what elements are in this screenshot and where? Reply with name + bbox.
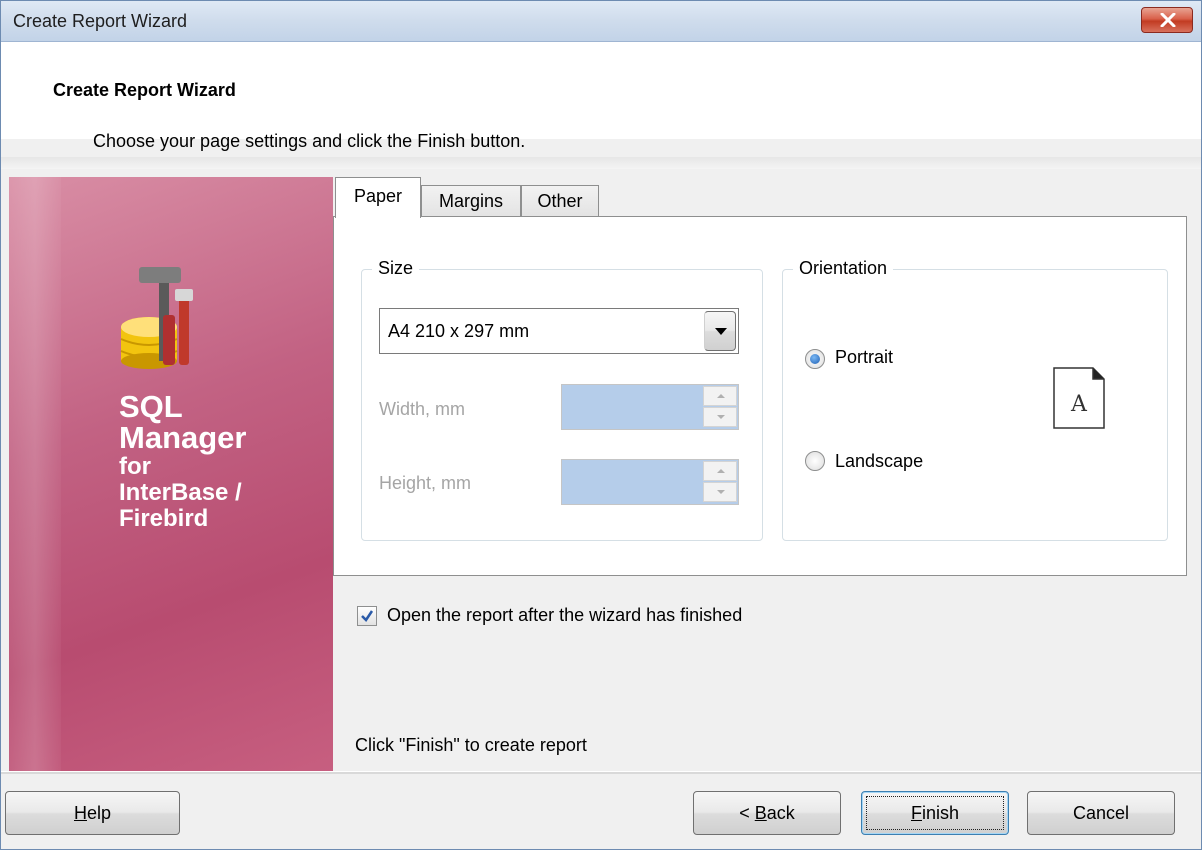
- open-report-label[interactable]: Open the report after the wizard has fin…: [387, 605, 742, 626]
- brand-line-manager: Manager: [119, 420, 247, 455]
- paper-size-select[interactable]: A4 210 x 297 mm: [379, 308, 739, 354]
- width-label: Width, mm: [379, 399, 466, 419]
- arrow-down-icon: [717, 415, 725, 419]
- portrait-radio[interactable]: [805, 349, 825, 369]
- close-button[interactable]: [1141, 7, 1193, 33]
- banner-stripe: [9, 177, 61, 773]
- brand-line-firebird: Firebird: [119, 505, 209, 532]
- header-title: Create Report Wizard: [53, 80, 236, 100]
- finish-button[interactable]: Finish: [861, 791, 1009, 835]
- finish-hint: Click "Finish" to create report: [355, 735, 587, 755]
- brand-line-interbase: InterBase /: [119, 479, 242, 506]
- paper-size-dropdown-button[interactable]: [704, 311, 736, 351]
- orientation-groupbox: Orientation: [782, 258, 1168, 541]
- window-title: Create Report Wizard: [13, 11, 188, 31]
- height-spin-down[interactable]: [703, 482, 737, 502]
- landscape-label[interactable]: Landscape: [835, 451, 923, 472]
- orientation-legend: Orientation: [793, 258, 894, 279]
- paper-size-value: A4 210 x 297 mm: [388, 321, 530, 341]
- portrait-label[interactable]: Portrait: [835, 347, 893, 368]
- back-label-rest: ack: [766, 803, 795, 823]
- tab-paper[interactable]: Paper: [335, 177, 421, 218]
- height-label: Height, mm: [379, 473, 472, 493]
- brand-line-for: for: [119, 453, 151, 480]
- arrow-up-icon: [717, 394, 725, 398]
- height-spin-up[interactable]: [703, 461, 737, 481]
- height-spin-arrows[interactable]: [703, 461, 737, 503]
- page-letter: A: [1070, 392, 1088, 417]
- header-subtitle: Choose your page settings and click the …: [93, 131, 526, 151]
- database-tools-icon: [120, 267, 193, 369]
- portrait-page-icon: A: [1053, 367, 1105, 429]
- help-mnemonic: H: [73, 803, 87, 823]
- wizard-header: Create Report Wizard: [1, 42, 1201, 139]
- width-spin-up[interactable]: [703, 386, 737, 406]
- wizard-window: Create Report Wizard Create Report Wizar…: [0, 0, 1202, 850]
- width-field[interactable]: [561, 384, 739, 430]
- back-label-prefix: <: [739, 803, 755, 823]
- arrow-up-icon: [717, 469, 725, 473]
- back-mnemonic: B: [754, 803, 767, 823]
- width-spin-down[interactable]: [703, 407, 737, 427]
- tab-margins[interactable]: Margins: [421, 185, 521, 217]
- chevron-down-icon: [715, 328, 727, 335]
- tab-other[interactable]: Other: [521, 185, 599, 217]
- checkmark-icon: [361, 610, 374, 622]
- header-separator: [1, 157, 1201, 169]
- arrow-down-icon: [717, 490, 725, 494]
- height-field[interactable]: [561, 459, 739, 505]
- focus-rect: [866, 796, 1004, 830]
- product-brand: SQL Manager for InterBase / Firebird: [119, 391, 246, 531]
- close-icon: [1160, 13, 1176, 27]
- back-button[interactable]: < Back: [693, 791, 841, 835]
- cancel-button[interactable]: Cancel: [1027, 791, 1175, 835]
- open-report-checkbox[interactable]: [357, 606, 377, 626]
- size-legend: Size: [372, 258, 420, 279]
- sidebar-banner: SQL Manager for InterBase / Firebird: [9, 177, 333, 773]
- help-button[interactable]: Help: [5, 791, 180, 835]
- title-bar[interactable]: Create Report Wizard: [1, 1, 1201, 42]
- footer-separator: [1, 771, 1201, 774]
- brand-line-sql: SQL: [119, 389, 183, 424]
- width-spin-arrows[interactable]: [703, 386, 737, 428]
- landscape-radio[interactable]: [805, 451, 825, 471]
- help-label-rest: elp: [86, 803, 112, 823]
